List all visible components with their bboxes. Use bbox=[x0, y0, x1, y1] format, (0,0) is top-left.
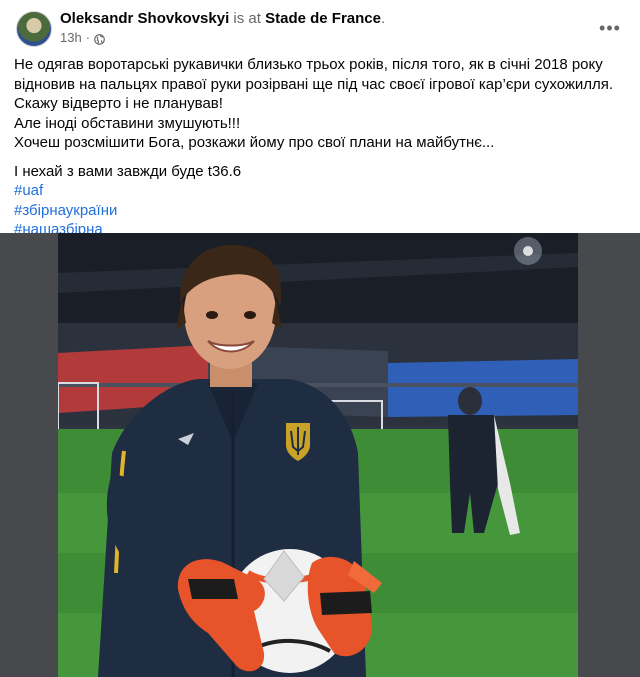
globe-icon[interactable] bbox=[94, 33, 105, 45]
photo-illustration bbox=[58, 233, 578, 677]
post-closing-line: І нехай з вами завжди буде t36.6 bbox=[14, 162, 242, 180]
post-photo[interactable] bbox=[58, 233, 578, 677]
more-options-button[interactable]: ••• bbox=[598, 18, 622, 42]
facebook-post: Oleksandr Shovkovskyi is at Stade de Fra… bbox=[0, 0, 640, 677]
post-text-line: Хочеш розсмішити Бога, розкажи йому про … bbox=[14, 134, 495, 151]
avatar[interactable] bbox=[16, 11, 52, 47]
place-link[interactable]: Stade de France bbox=[265, 10, 381, 27]
post-meta: 13h · bbox=[60, 30, 105, 46]
more-icon: ••• bbox=[599, 18, 621, 38]
post-text-line: Але іноді обставини змушують!!! bbox=[14, 114, 241, 132]
hashtag-link-uaf[interactable]: #uaf bbox=[14, 181, 626, 201]
post-text: Не одягав воротарські рукавички близько … bbox=[14, 55, 626, 240]
author-name-link[interactable]: Oleksandr Shovkovskyi bbox=[60, 10, 229, 27]
post-header: Oleksandr Shovkovskyi is at Stade de Fra… bbox=[14, 10, 640, 50]
place-suffix: . bbox=[381, 10, 386, 27]
hashtag-link-zbirnaukrainy[interactable]: #збірнаукраїни bbox=[14, 201, 626, 221]
meta-separator: · bbox=[85, 30, 91, 45]
post-text-line: Скажу відверто і не планував! bbox=[14, 95, 223, 112]
photo-container bbox=[0, 233, 640, 677]
timestamp-link[interactable]: 13h bbox=[60, 30, 82, 46]
is-at-text: is at bbox=[229, 10, 266, 27]
author-line: Oleksandr Shovkovskyi is at Stade de Fra… bbox=[60, 10, 385, 28]
post-text-line: Не одягав воротарські рукавички близько … bbox=[14, 56, 614, 93]
